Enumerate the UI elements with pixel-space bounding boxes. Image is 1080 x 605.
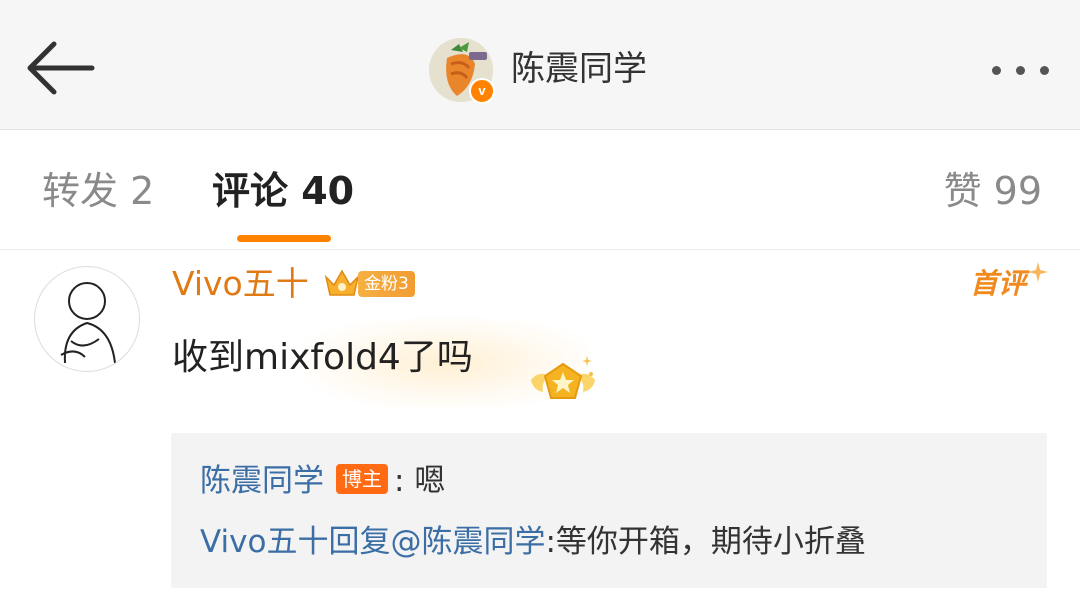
first-comment-label: 首评 xyxy=(970,267,1027,300)
tab-like[interactable]: 赞 99 xyxy=(944,165,1042,217)
active-tab-indicator xyxy=(237,235,331,242)
commenter-avatar[interactable] xyxy=(34,266,140,372)
blogger-avatar[interactable]: v xyxy=(429,38,495,104)
reply-item[interactable]: 陈震同学 博主: 嗯 xyxy=(200,458,445,504)
reply-text: 等你开箱，期待小折叠 xyxy=(555,524,866,560)
reply-action: 回复 xyxy=(328,524,391,560)
star-medal-icon xyxy=(525,350,601,414)
more-options-icon[interactable] xyxy=(980,56,1060,84)
first-comment-badge: 首评 xyxy=(968,262,1048,304)
comment-username[interactable]: Vivo五十 xyxy=(172,261,309,307)
reply-user-name[interactable]: Vivo五十 xyxy=(200,524,328,560)
sparkle-icon xyxy=(1028,262,1048,282)
fan-badge-label: 金粉3 xyxy=(358,271,415,297)
blogger-tag: 博主 xyxy=(336,463,388,494)
fan-level-badge[interactable]: 金粉3 xyxy=(322,265,422,301)
page-title[interactable]: 陈震同学 xyxy=(511,44,647,94)
reply-separator: : xyxy=(394,463,405,499)
tab-repost[interactable]: 转发 2 xyxy=(42,165,154,217)
reply-text: 嗯 xyxy=(414,463,446,499)
reply-author-name[interactable]: 陈震同学 xyxy=(200,463,324,499)
reply-target[interactable]: @陈震同学 xyxy=(390,524,545,560)
reply-separator: : xyxy=(545,524,556,560)
back-arrow-icon[interactable] xyxy=(22,34,102,104)
divider xyxy=(0,249,1080,250)
reply-item[interactable]: Vivo五十回复@陈震同学:等你开箱，期待小折叠 xyxy=(200,519,866,565)
tab-comment[interactable]: 评论 40 xyxy=(212,165,354,217)
comment-text: 收到mixfold4了吗 xyxy=(172,337,473,378)
crown-icon xyxy=(324,269,360,296)
verified-icon: v xyxy=(469,78,495,104)
top-nav-bar: v 陈震同学 xyxy=(0,0,1080,130)
